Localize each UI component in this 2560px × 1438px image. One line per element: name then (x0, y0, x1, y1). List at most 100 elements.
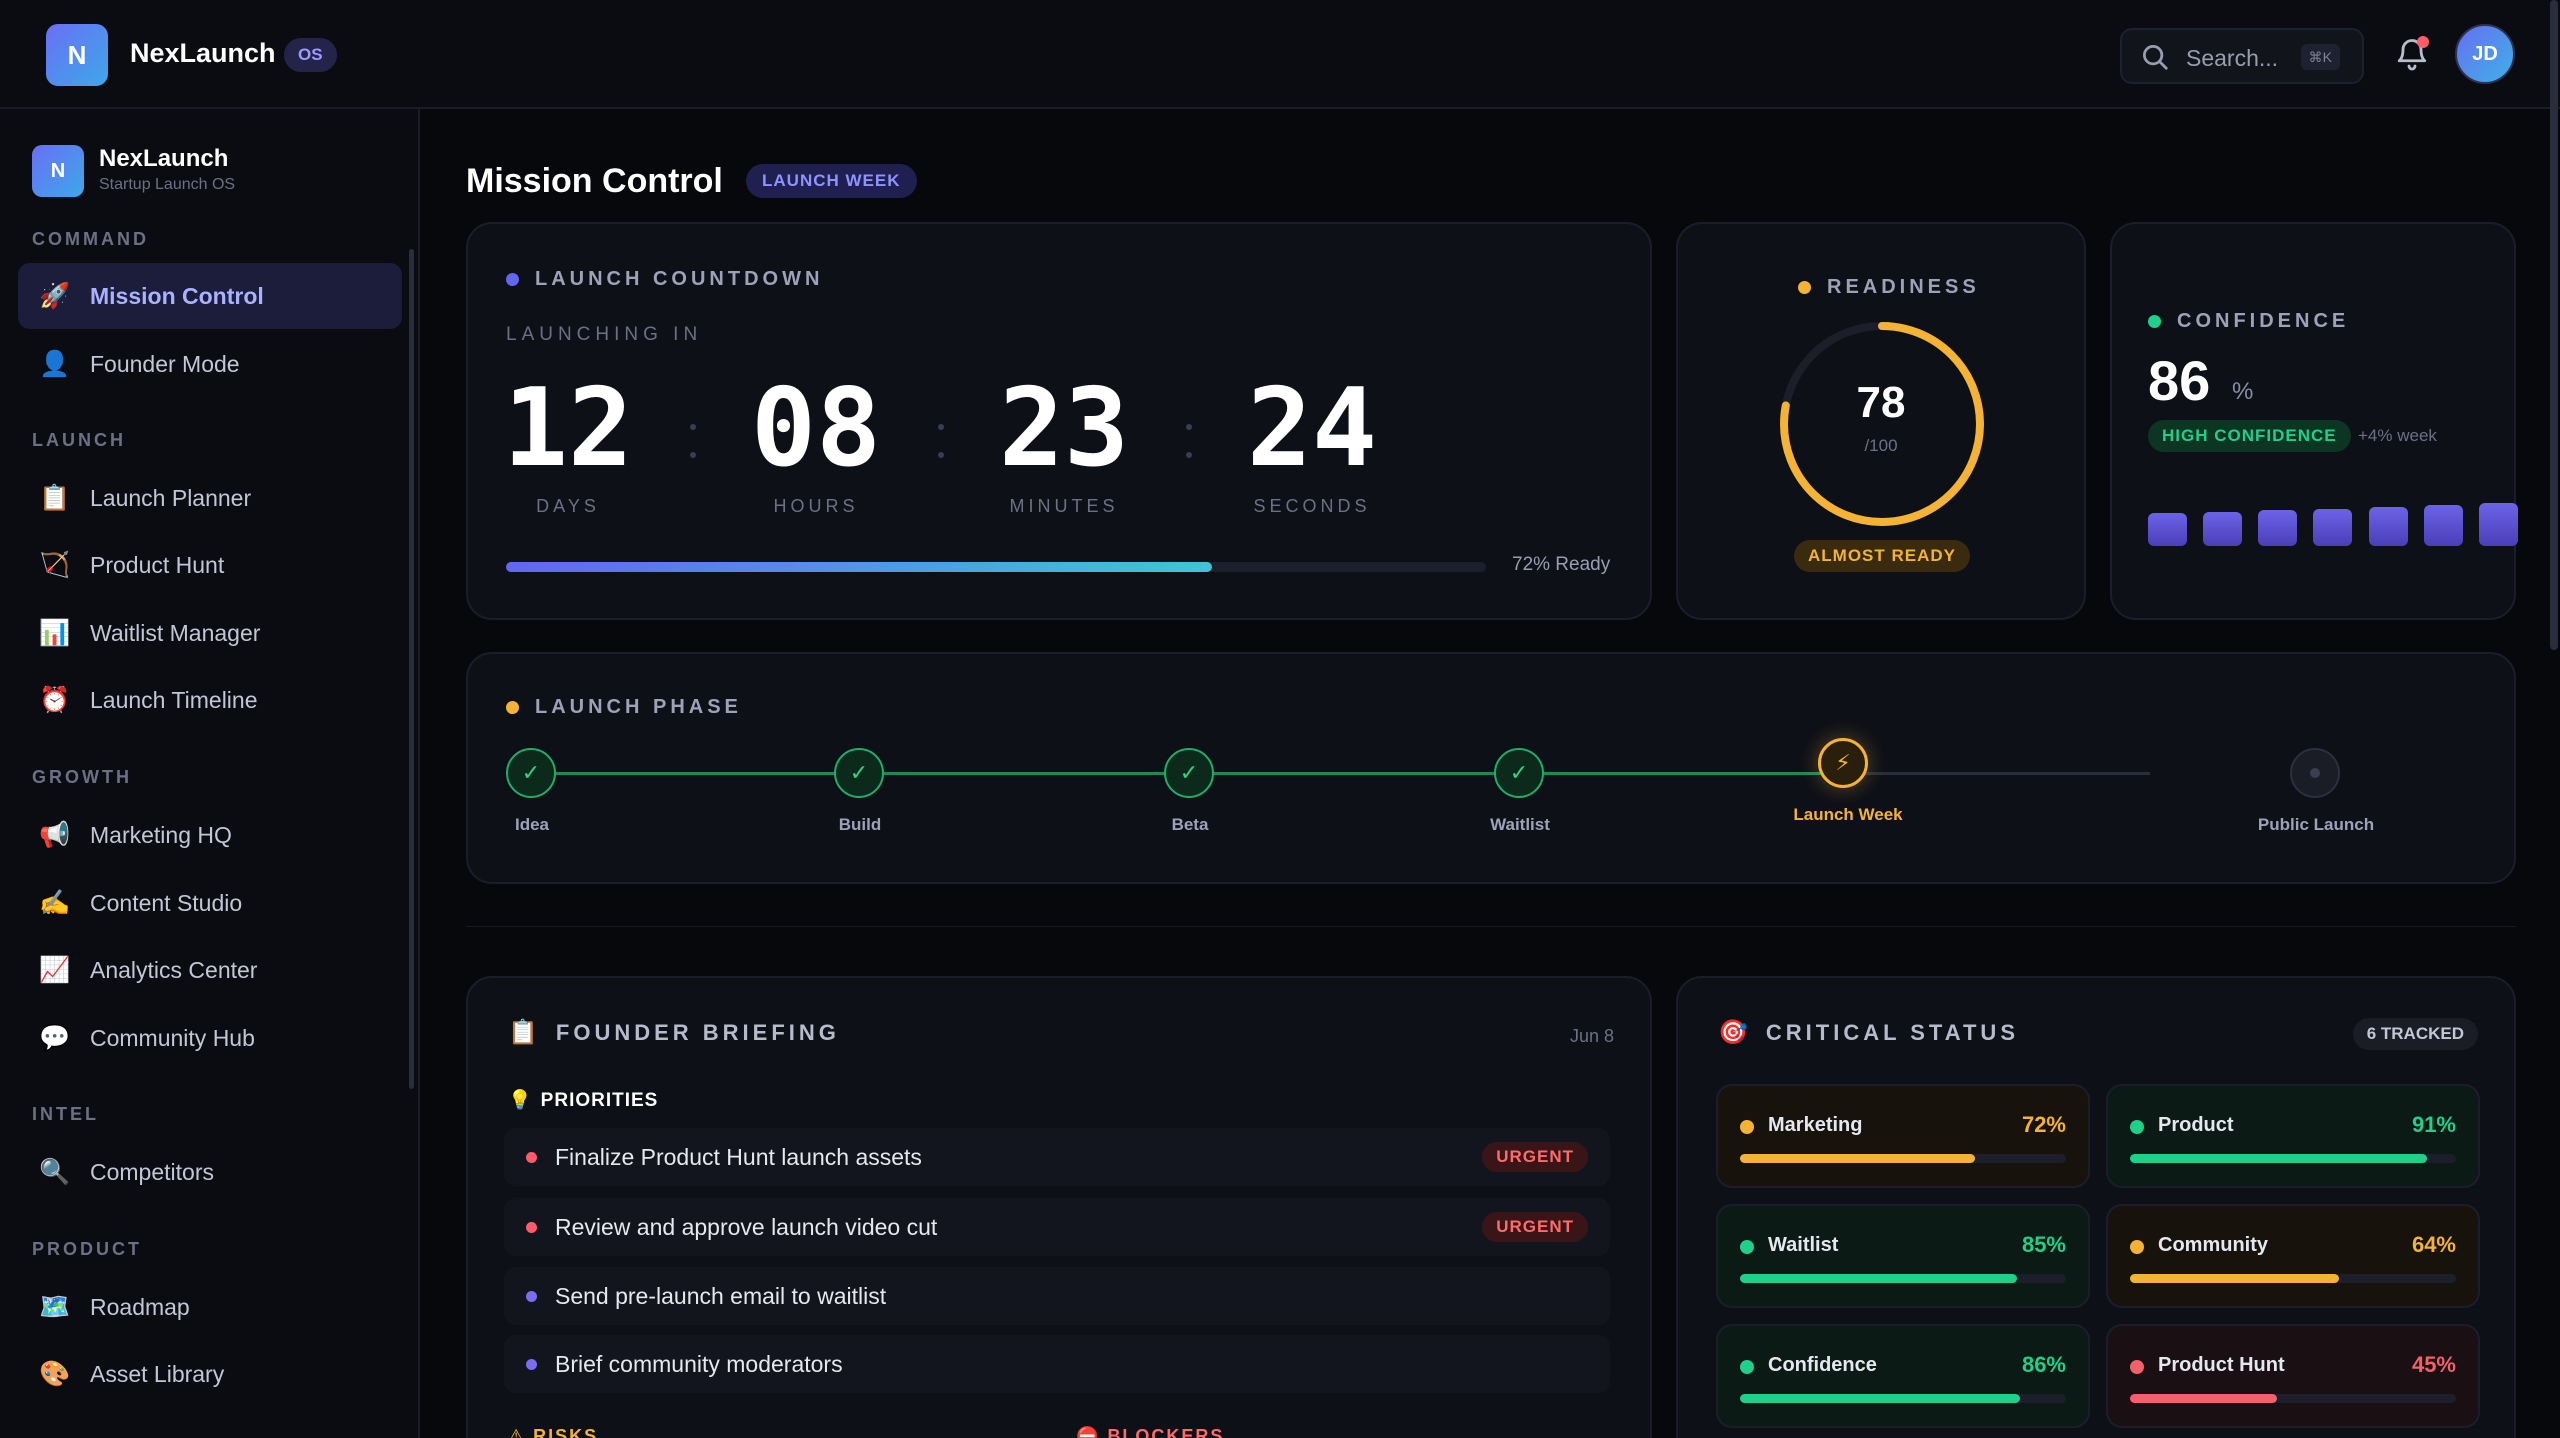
status-name: Confidence (1768, 1354, 1877, 1376)
readiness-max: /100 (1864, 436, 1898, 455)
countdown-heading-text: LAUNCH COUNTDOWN (535, 268, 824, 290)
pending-dot-icon (2310, 768, 2320, 778)
check-icon: ✓ (521, 760, 541, 785)
sidebar-item-launch-planner[interactable]: 📋 Launch Planner (18, 465, 402, 531)
critical-heading: 🎯 CRITICAL STATUS (1718, 1018, 2019, 1047)
status-progress-bar (1740, 1394, 2066, 1403)
sidebar-logo[interactable]: N (32, 145, 84, 197)
priority-task[interactable]: Review and approve launch video cut URGE… (504, 1198, 1610, 1256)
launch-progress-fill (506, 562, 1212, 572)
sidebar-item-content-studio[interactable]: ✍️ Content Studio (18, 870, 402, 936)
phase-label-beta: Beta (1171, 815, 1209, 834)
status-value: 86% (2021, 1352, 2066, 1377)
status-dot (1740, 1360, 1754, 1374)
writing-hand-icon: ✍️ (39, 888, 71, 917)
readiness-heading-text: READINESS (1827, 276, 1980, 298)
phase-step-beta[interactable]: ✓ (1164, 748, 1214, 798)
countdown-separator (938, 424, 946, 480)
section-intel: INTEL (32, 1104, 99, 1124)
page-title: Mission Control (466, 162, 723, 200)
briefing-heading: 📋 FOUNDER BRIEFING (508, 1018, 840, 1047)
sidebar-scrollbar[interactable] (409, 249, 414, 1089)
phase-step-idea[interactable]: ✓ (506, 748, 556, 798)
status-tile-product-hunt[interactable]: Product Hunt 45% (2106, 1324, 2480, 1428)
days-value: 12 (502, 366, 634, 491)
priority-task[interactable]: Brief community moderators (504, 1335, 1610, 1393)
sidebar-item-analytics-center[interactable]: 📈 Analytics Center (18, 937, 402, 1003)
risks-heading: ⚠ RISKS (508, 1426, 598, 1438)
sidebar-item-roadmap[interactable]: 🗺️ Roadmap (18, 1274, 402, 1340)
ready-percentage: 72% Ready (1512, 554, 1611, 575)
search-box[interactable]: Search... ⌘K (2120, 28, 2364, 84)
sidebar-item-community-hub[interactable]: 💬 Community Hub (18, 1005, 402, 1071)
main-scrollbar[interactable] (2550, 0, 2558, 650)
phase-step-build[interactable]: ✓ (834, 748, 884, 798)
magnifier-icon: 🔍 (39, 1157, 71, 1186)
phase-label-launch-week: Launch Week (1793, 805, 1903, 824)
target-icon: 🎯 (1718, 1019, 1748, 1046)
readiness-heading: READINESS (1798, 276, 1980, 299)
urgent-badge: URGENT (1482, 1142, 1588, 1172)
status-value: 45% (2411, 1352, 2456, 1377)
sidebar-item-competitors[interactable]: 🔍 Competitors (18, 1139, 402, 1205)
sidebar-item-asset-library[interactable]: 🎨 Asset Library (18, 1341, 402, 1407)
trend-chart-icon: 📈 (39, 955, 71, 984)
sidebar-item-product-hunt[interactable]: 🏹 Product Hunt (18, 532, 402, 598)
priority-task[interactable]: Finalize Product Hunt launch assets URGE… (504, 1128, 1610, 1186)
status-tile-waitlist[interactable]: Waitlist 85% (1716, 1204, 2090, 1308)
status-tile-product[interactable]: Product 91% (2106, 1084, 2480, 1188)
status-tile-marketing[interactable]: Marketing 72% (1716, 1084, 2090, 1188)
sidebar-item-mission-control[interactable]: 🚀 Mission Control (18, 263, 402, 329)
speech-bubble-icon: 💬 (39, 1023, 71, 1052)
phase-heading: LAUNCH PHASE (506, 696, 742, 719)
search-placeholder[interactable]: Search... (2186, 45, 2278, 72)
confidence-bar (2258, 510, 2298, 546)
readiness-score: 78 (1856, 378, 1906, 427)
sidebar-item-label: Launch Planner (90, 484, 252, 511)
alarm-clock-icon: ⏰ (39, 685, 71, 714)
phase-step-launch-week[interactable]: ⚡ (1818, 738, 1868, 788)
sidebar-item-label: Competitors (90, 1158, 214, 1185)
confidence-bar (2368, 507, 2408, 546)
status-value: 64% (2411, 1232, 2456, 1257)
phase-remaining-line (1844, 772, 2150, 775)
task-text: Brief community moderators (555, 1350, 843, 1377)
os-badge: OS (284, 38, 337, 72)
search-icon (2143, 45, 2168, 70)
countdown-minutes: 23 MINUTES (964, 364, 1164, 517)
check-icon: ✓ (1179, 760, 1199, 785)
status-name: Marketing (1768, 1114, 1863, 1136)
blockers-heading-text: BLOCKERS (1107, 1426, 1225, 1438)
status-tile-confidence[interactable]: Confidence 86% (1716, 1324, 2090, 1428)
phase-step-public-launch[interactable] (2290, 748, 2340, 798)
sidebar-item-label: Asset Library (90, 1360, 225, 1387)
readiness-card: READINESS 78 /100 ALMOST READY (1676, 222, 2086, 620)
sidebar-item-label: Waitlist Manager (90, 619, 261, 646)
sidebar-item-marketing-hq[interactable]: 📢 Marketing HQ (18, 802, 402, 868)
sidebar-item-label: Community Hub (90, 1024, 255, 1051)
seconds-value: 24 (1246, 366, 1378, 491)
status-tile-community[interactable]: Community 64% (2106, 1204, 2480, 1308)
section-growth: GROWTH (32, 767, 132, 787)
blocked-icon: ⛔ (1076, 1426, 1101, 1438)
phase-label-build: Build (838, 815, 882, 834)
sidebar-item-founder-mode[interactable]: 👤 Founder Mode (18, 331, 402, 397)
status-progress-bar (2130, 1274, 2456, 1283)
sidebar-item-launch-timeline[interactable]: ⏰ Launch Timeline (18, 667, 402, 733)
priority-task[interactable]: Send pre-launch email to waitlist (504, 1267, 1610, 1325)
map-icon: 🗺️ (39, 1292, 71, 1321)
phase-step-waitlist[interactable]: ✓ (1494, 748, 1544, 798)
status-progress-bar (2130, 1394, 2456, 1403)
app-logo[interactable]: N (46, 24, 108, 86)
sidebar-item-waitlist-manager[interactable]: 📊 Waitlist Manager (18, 600, 402, 666)
sidebar-item-label: Analytics Center (90, 956, 258, 983)
status-name: Waitlist (1768, 1234, 1839, 1256)
confidence-card: CONFIDENCE 86 % HIGH CONFIDENCE +4% week (2110, 222, 2518, 620)
critical-heading-text: CRITICAL STATUS (1765, 1019, 2019, 1045)
check-icon: ✓ (1509, 760, 1529, 785)
status-dot (506, 701, 519, 714)
user-avatar[interactable]: JD (2455, 24, 2515, 84)
founder-briefing-card: 📋 FOUNDER BRIEFING Jun 8 💡 PRIORITIES Fin… (466, 976, 1652, 1438)
minutes-value: 23 (998, 366, 1130, 491)
confidence-unit: % (2232, 378, 2254, 405)
